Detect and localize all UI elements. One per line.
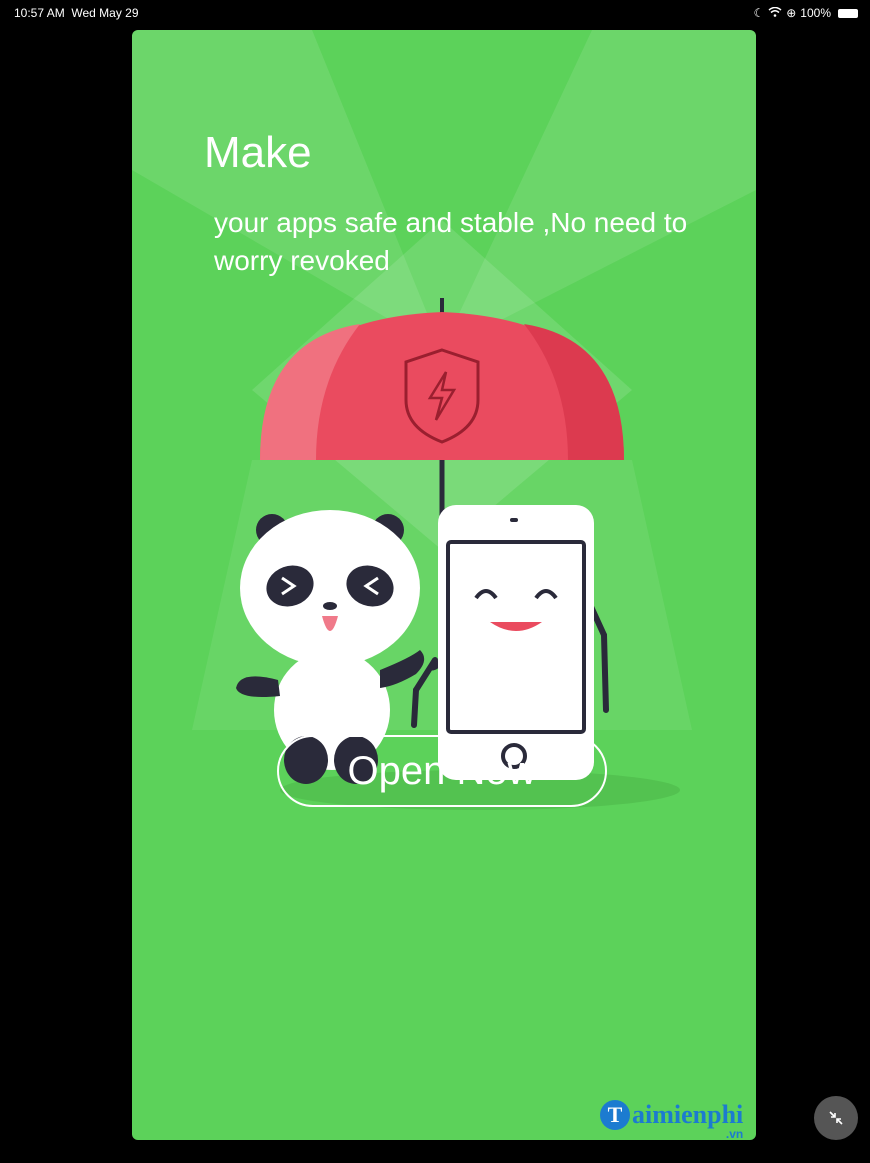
battery-icon: [838, 8, 858, 18]
watermark-brand: aimienphi: [632, 1100, 744, 1129]
status-time: 10:57 AM Wed May 29: [14, 6, 139, 20]
lock-rotation-icon: ⊕: [786, 6, 797, 20]
moon-icon: ☾: [753, 6, 765, 20]
watermark-logo-icon: T: [600, 1100, 630, 1130]
headline: Make: [204, 128, 312, 177]
watermark-tld: .vn: [725, 1127, 744, 1141]
status-icons: ☾ ⊕ 100%: [753, 6, 858, 20]
open-now-button[interactable]: Open Now: [277, 735, 607, 807]
watermark-logo: T aimienphi .vn: [600, 1095, 744, 1141]
battery-label: 100%: [800, 6, 831, 20]
shrink-button[interactable]: [814, 1096, 858, 1140]
subline: your apps safe and stable ,No need to wo…: [214, 207, 688, 276]
status-bar: 10:57 AM Wed May 29 ☾ ⊕ 100%: [0, 0, 870, 24]
splash-card: Make your apps safe and stable ,No need …: [132, 30, 756, 1140]
wifi-icon: [768, 6, 782, 20]
shrink-icon: [829, 1111, 843, 1125]
